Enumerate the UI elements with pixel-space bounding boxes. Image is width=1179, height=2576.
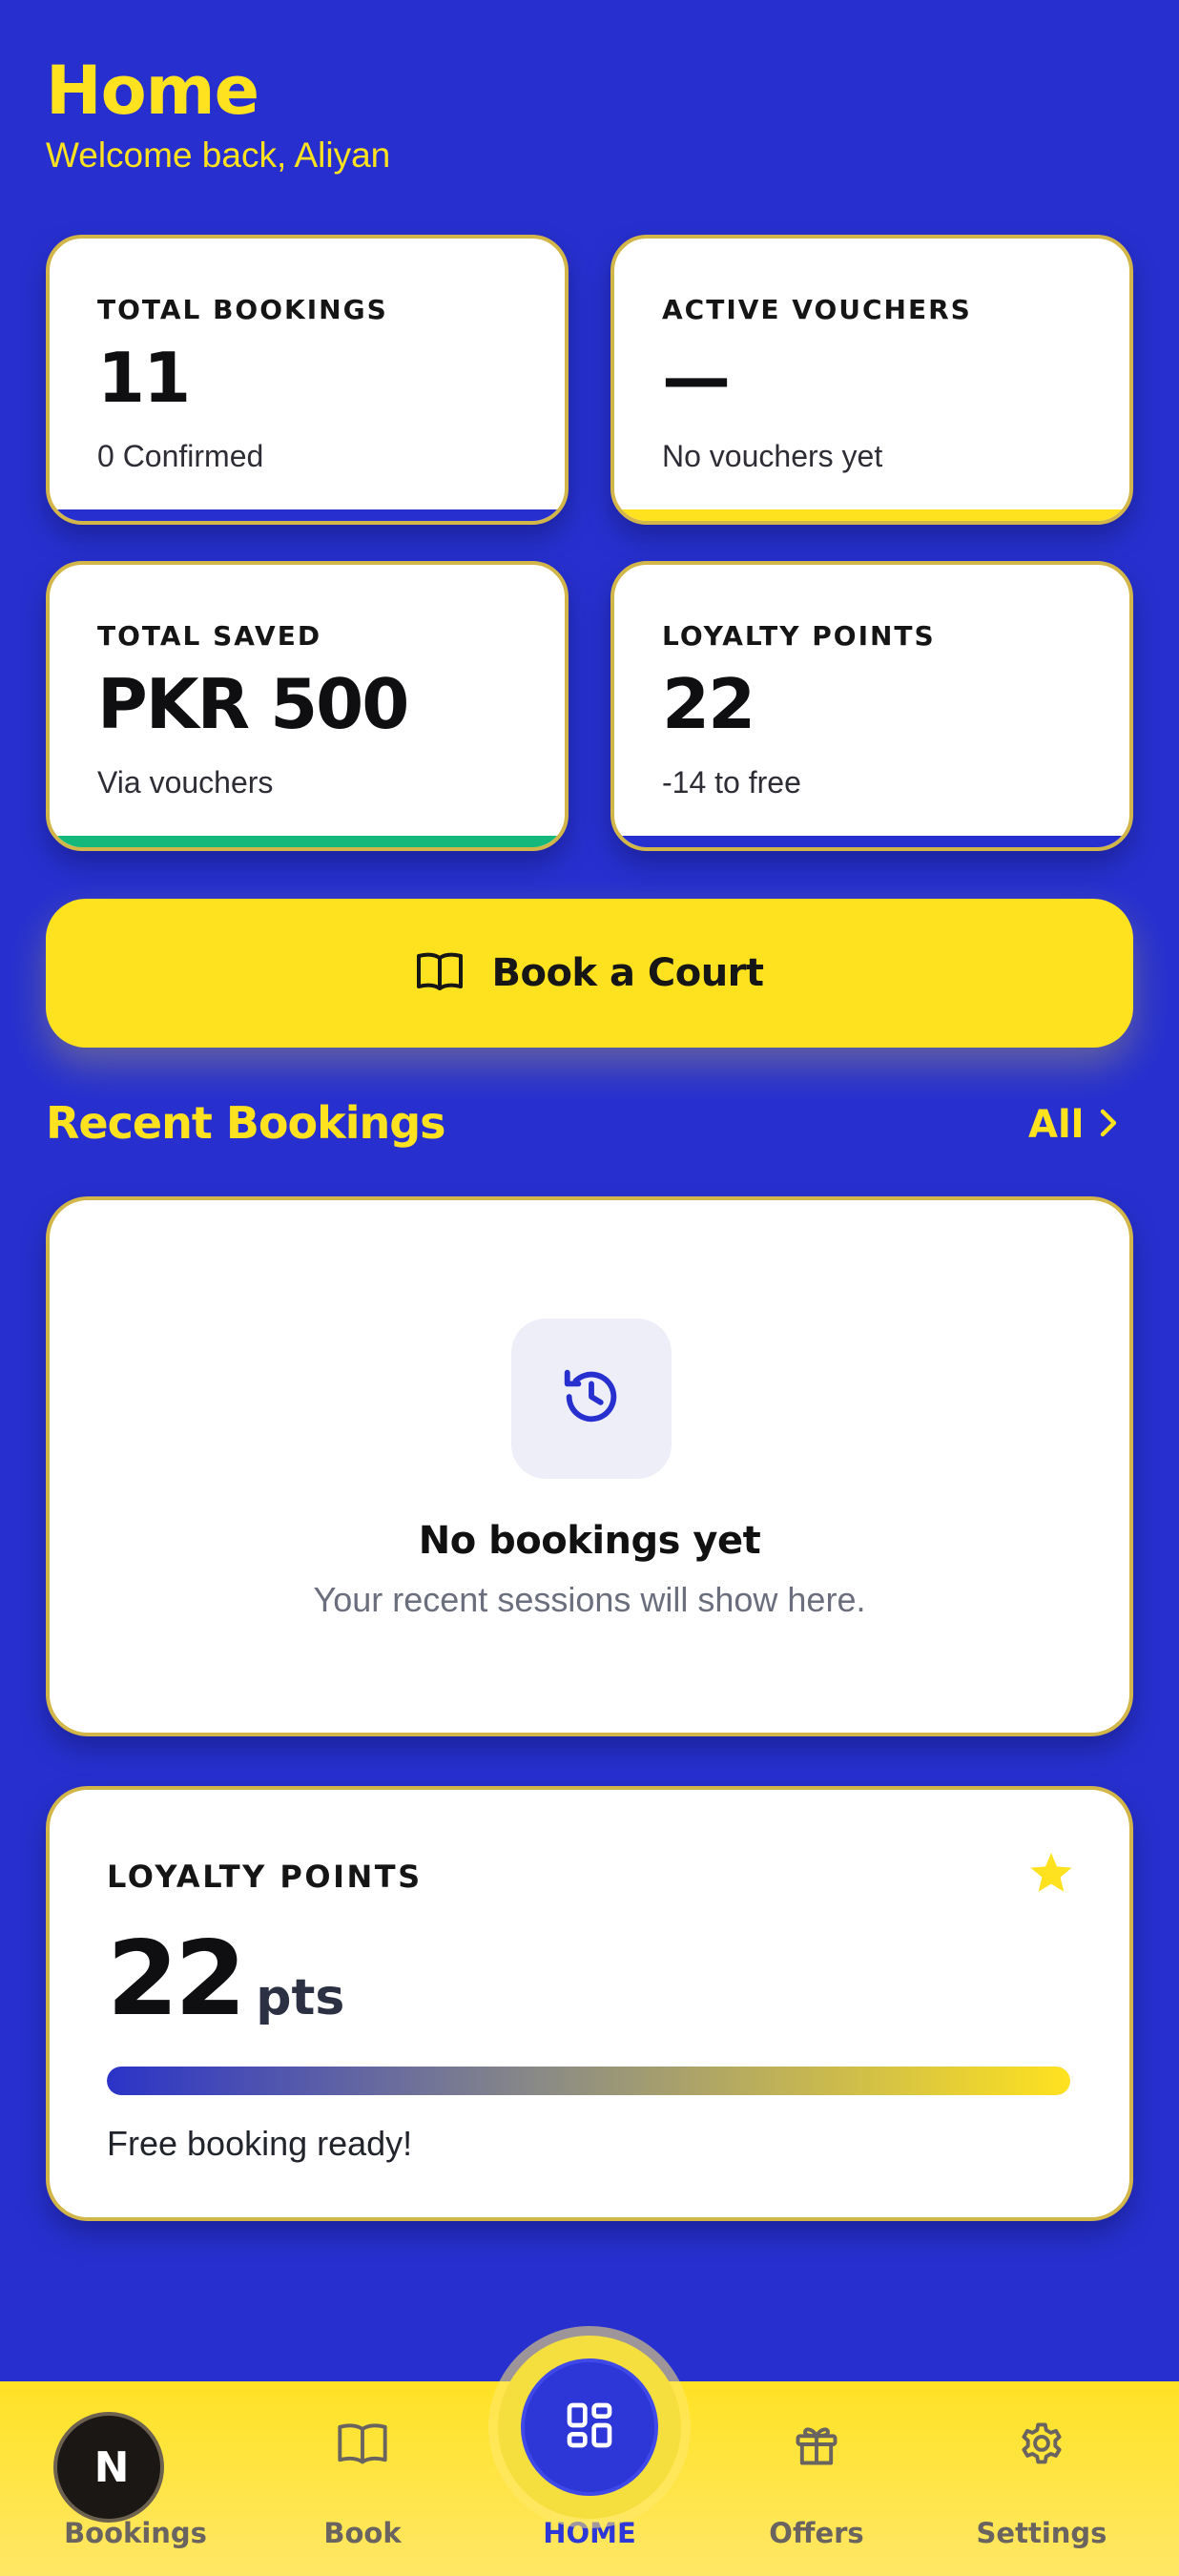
stat-subtitle: No vouchers yet [662, 439, 883, 473]
stat-value: 22 [662, 664, 755, 744]
gear-icon [1017, 2420, 1066, 2473]
avatar-initials: N [93, 2442, 130, 2492]
nav-item-settings[interactable]: Settings [973, 2381, 1110, 2576]
stat-value: PKR 500 [97, 664, 409, 744]
stat-label: ACTIVE VOUCHERS [662, 294, 972, 325]
stat-label: TOTAL BOOKINGS [97, 294, 388, 325]
stat-card-loyalty-points[interactable]: LOYALTY POINTS 22 -14 to free [610, 561, 1133, 851]
nav-label: Book [323, 2517, 402, 2549]
star-icon [1028, 1851, 1074, 1899]
stat-card-total-bookings[interactable]: TOTAL BOOKINGS 11 0 Confirmed [46, 235, 569, 525]
nav-label: Offers [769, 2517, 864, 2549]
home-fab[interactable] [498, 2336, 681, 2519]
loyalty-points-unit: pts [256, 1969, 345, 2026]
header: Home Welcome back, Aliyan [46, 50, 390, 176]
gift-icon [792, 2420, 841, 2473]
empty-state-subtitle: Your recent sessions will show here. [313, 1580, 866, 1619]
stat-accent-bar [50, 836, 565, 847]
loyalty-value: 22 pts [107, 1920, 344, 2039]
stat-card-total-saved[interactable]: TOTAL SAVED PKR 500 Via vouchers [46, 561, 569, 851]
loyalty-label: LOYALTY POINTS [107, 1859, 423, 1895]
loyalty-progress-fill [107, 2067, 1070, 2095]
avatar[interactable]: N [53, 2412, 164, 2523]
dashboard-grid-icon [563, 2399, 616, 2456]
welcome-message: Welcome back, Aliyan [46, 135, 391, 175]
stat-accent-bar [614, 836, 1129, 847]
nav-label: HOME [543, 2517, 636, 2549]
stat-subtitle: 0 Confirmed [97, 439, 264, 473]
page-title: Home [46, 52, 259, 130]
stat-subtitle: -14 to free [662, 765, 801, 800]
stat-accent-bar [614, 509, 1129, 521]
nav-label: Settings [976, 2517, 1107, 2549]
stat-accent-bar [50, 509, 565, 521]
stat-label: TOTAL SAVED [97, 620, 322, 652]
loyalty-progress-track [107, 2067, 1070, 2095]
stat-subtitle: Via vouchers [97, 765, 274, 800]
book-open-icon [415, 950, 465, 996]
nav-item-book[interactable]: Book [305, 2381, 420, 2576]
empty-state-title: No bookings yet [418, 1519, 761, 1563]
home-fab-inner [521, 2358, 658, 2496]
nav-item-offers[interactable]: Offers [759, 2381, 874, 2576]
loyalty-points-card[interactable]: LOYALTY POINTS 22 pts Free booking ready… [46, 1786, 1133, 2221]
history-icon [558, 1363, 625, 1434]
recent-bookings-title: Recent Bookings [46, 1097, 446, 1149]
stat-value: 11 [97, 338, 191, 418]
book-court-button[interactable]: Book a Court [46, 899, 1133, 1048]
view-all-bookings-link[interactable]: All [1028, 1103, 1118, 1147]
loyalty-points-number: 22 [107, 1920, 246, 2039]
chevron-right-icon [1097, 1108, 1118, 1142]
nav-label: Bookings [64, 2517, 207, 2549]
history-icon-tile [511, 1319, 672, 1479]
book-court-label: Book a Court [491, 951, 764, 995]
book-open-icon [336, 2420, 389, 2471]
view-all-label: All [1028, 1103, 1085, 1147]
recent-bookings-empty-card: No bookings yet Your recent sessions wil… [46, 1196, 1133, 1736]
stat-card-active-vouchers[interactable]: ACTIVE VOUCHERS — No vouchers yet [610, 235, 1133, 525]
loyalty-status: Free booking ready! [107, 2124, 413, 2163]
stat-value: — [662, 338, 731, 418]
stat-label: LOYALTY POINTS [662, 620, 936, 652]
